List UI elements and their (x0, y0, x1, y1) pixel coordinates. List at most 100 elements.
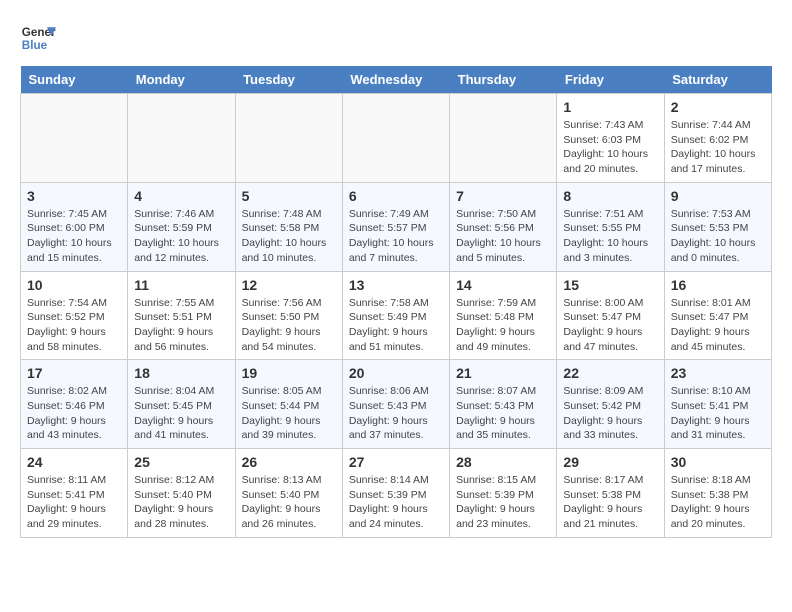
calendar-cell: 15 Sunrise: 8:00 AM Sunset: 5:47 PM Dayli… (557, 271, 664, 360)
calendar-cell (450, 94, 557, 183)
calendar-cell: 23 Sunrise: 8:10 AM Sunset: 5:41 PM Dayli… (664, 360, 771, 449)
calendar-cell: 14 Sunrise: 7:59 AM Sunset: 5:48 PM Dayli… (450, 271, 557, 360)
day-number: 1 (563, 99, 657, 115)
day-number: 21 (456, 365, 550, 381)
weekday-header-wednesday: Wednesday (342, 66, 449, 94)
day-info: Sunrise: 7:48 AM Sunset: 5:58 PM Dayligh… (242, 207, 336, 266)
day-info: Sunrise: 7:49 AM Sunset: 5:57 PM Dayligh… (349, 207, 443, 266)
day-number: 12 (242, 277, 336, 293)
calendar-cell: 11 Sunrise: 7:55 AM Sunset: 5:51 PM Dayli… (128, 271, 235, 360)
calendar-cell (21, 94, 128, 183)
weekday-header-sunday: Sunday (21, 66, 128, 94)
calendar-cell: 12 Sunrise: 7:56 AM Sunset: 5:50 PM Dayli… (235, 271, 342, 360)
logo-icon: General Blue (20, 20, 56, 56)
calendar-cell: 25 Sunrise: 8:12 AM Sunset: 5:40 PM Dayli… (128, 449, 235, 538)
calendar-cell: 27 Sunrise: 8:14 AM Sunset: 5:39 PM Dayli… (342, 449, 449, 538)
calendar-cell: 16 Sunrise: 8:01 AM Sunset: 5:47 PM Dayli… (664, 271, 771, 360)
day-number: 9 (671, 188, 765, 204)
calendar-cell: 29 Sunrise: 8:17 AM Sunset: 5:38 PM Dayli… (557, 449, 664, 538)
calendar-cell: 26 Sunrise: 8:13 AM Sunset: 5:40 PM Dayli… (235, 449, 342, 538)
week-row-5: 24Sunrise: 8:11 AM Sunset: 5:41 PM Dayli… (21, 449, 772, 538)
day-info: Sunrise: 7:55 AM Sunset: 5:51 PM Dayligh… (134, 296, 228, 355)
day-info: Sunrise: 7:51 AM Sunset: 5:55 PM Dayligh… (563, 207, 657, 266)
day-info: Sunrise: 8:07 AM Sunset: 5:43 PM Dayligh… (456, 384, 550, 443)
day-number: 5 (242, 188, 336, 204)
week-row-3: 10 Sunrise: 7:54 AM Sunset: 5:52 PM Dayli… (21, 271, 772, 360)
calendar-cell: 19Sunrise: 8:05 AM Sunset: 5:44 PM Dayli… (235, 360, 342, 449)
calendar-cell: 4 Sunrise: 7:46 AM Sunset: 5:59 PM Daylig… (128, 182, 235, 271)
calendar-cell: 3 Sunrise: 7:45 AM Sunset: 6:00 PM Daylig… (21, 182, 128, 271)
calendar-cell: 22Sunrise: 8:09 AM Sunset: 5:42 PM Dayli… (557, 360, 664, 449)
day-info: Sunrise: 7:50 AM Sunset: 5:56 PM Dayligh… (456, 207, 550, 266)
day-info: Sunrise: 7:54 AM Sunset: 5:52 PM Dayligh… (27, 296, 121, 355)
day-info: Sunrise: 8:00 AM Sunset: 5:47 PM Dayligh… (563, 296, 657, 355)
day-info: Sunrise: 8:14 AM Sunset: 5:39 PM Dayligh… (349, 473, 443, 532)
day-number: 25 (134, 454, 228, 470)
day-info: Sunrise: 7:46 AM Sunset: 5:59 PM Dayligh… (134, 207, 228, 266)
day-number: 30 (671, 454, 765, 470)
day-number: 26 (242, 454, 336, 470)
day-number: 17 (27, 365, 121, 381)
calendar-cell: 8 Sunrise: 7:51 AM Sunset: 5:55 PM Daylig… (557, 182, 664, 271)
calendar-cell: 5 Sunrise: 7:48 AM Sunset: 5:58 PM Daylig… (235, 182, 342, 271)
day-info: Sunrise: 8:09 AM Sunset: 5:42 PM Dayligh… (563, 384, 657, 443)
calendar-cell: 6 Sunrise: 7:49 AM Sunset: 5:57 PM Daylig… (342, 182, 449, 271)
calendar-cell: 28Sunrise: 8:15 AM Sunset: 5:39 PM Dayli… (450, 449, 557, 538)
page-header: General Blue (20, 20, 772, 56)
day-info: Sunrise: 8:05 AM Sunset: 5:44 PM Dayligh… (242, 384, 336, 443)
day-number: 2 (671, 99, 765, 115)
calendar-cell: 17 Sunrise: 8:02 AM Sunset: 5:46 PM Dayli… (21, 360, 128, 449)
day-info: Sunrise: 8:12 AM Sunset: 5:40 PM Dayligh… (134, 473, 228, 532)
calendar-cell: 1 Sunrise: 7:43 AM Sunset: 6:03 PM Daylig… (557, 94, 664, 183)
week-row-2: 3 Sunrise: 7:45 AM Sunset: 6:00 PM Daylig… (21, 182, 772, 271)
day-number: 8 (563, 188, 657, 204)
day-number: 6 (349, 188, 443, 204)
weekday-header-saturday: Saturday (664, 66, 771, 94)
calendar-cell: 10 Sunrise: 7:54 AM Sunset: 5:52 PM Dayli… (21, 271, 128, 360)
calendar-cell (128, 94, 235, 183)
day-info: Sunrise: 8:04 AM Sunset: 5:45 PM Dayligh… (134, 384, 228, 443)
day-info: Sunrise: 8:02 AM Sunset: 5:46 PM Dayligh… (27, 384, 121, 443)
day-info: Sunrise: 7:44 AM Sunset: 6:02 PM Dayligh… (671, 118, 765, 177)
day-info: Sunrise: 7:58 AM Sunset: 5:49 PM Dayligh… (349, 296, 443, 355)
day-number: 23 (671, 365, 765, 381)
week-row-4: 17 Sunrise: 8:02 AM Sunset: 5:46 PM Dayli… (21, 360, 772, 449)
week-row-1: 1 Sunrise: 7:43 AM Sunset: 6:03 PM Daylig… (21, 94, 772, 183)
calendar-cell: 24Sunrise: 8:11 AM Sunset: 5:41 PM Dayli… (21, 449, 128, 538)
day-info: Sunrise: 7:59 AM Sunset: 5:48 PM Dayligh… (456, 296, 550, 355)
day-info: Sunrise: 8:06 AM Sunset: 5:43 PM Dayligh… (349, 384, 443, 443)
day-number: 10 (27, 277, 121, 293)
day-number: 14 (456, 277, 550, 293)
day-number: 7 (456, 188, 550, 204)
weekday-header-thursday: Thursday (450, 66, 557, 94)
day-number: 3 (27, 188, 121, 204)
day-number: 29 (563, 454, 657, 470)
day-info: Sunrise: 8:01 AM Sunset: 5:47 PM Dayligh… (671, 296, 765, 355)
calendar-table: SundayMondayTuesdayWednesdayThursdayFrid… (20, 66, 772, 538)
calendar-cell: 18Sunrise: 8:04 AM Sunset: 5:45 PM Dayli… (128, 360, 235, 449)
day-info: Sunrise: 8:11 AM Sunset: 5:41 PM Dayligh… (27, 473, 121, 532)
calendar-cell (342, 94, 449, 183)
svg-text:Blue: Blue (22, 39, 48, 52)
day-number: 16 (671, 277, 765, 293)
logo: General Blue (20, 20, 62, 56)
day-info: Sunrise: 8:17 AM Sunset: 5:38 PM Dayligh… (563, 473, 657, 532)
day-info: Sunrise: 8:13 AM Sunset: 5:40 PM Dayligh… (242, 473, 336, 532)
day-number: 15 (563, 277, 657, 293)
day-info: Sunrise: 8:18 AM Sunset: 5:38 PM Dayligh… (671, 473, 765, 532)
day-number: 4 (134, 188, 228, 204)
calendar-cell: 7 Sunrise: 7:50 AM Sunset: 5:56 PM Daylig… (450, 182, 557, 271)
day-info: Sunrise: 7:45 AM Sunset: 6:00 PM Dayligh… (27, 207, 121, 266)
day-info: Sunrise: 7:56 AM Sunset: 5:50 PM Dayligh… (242, 296, 336, 355)
day-info: Sunrise: 7:53 AM Sunset: 5:53 PM Dayligh… (671, 207, 765, 266)
day-info: Sunrise: 8:10 AM Sunset: 5:41 PM Dayligh… (671, 384, 765, 443)
day-number: 27 (349, 454, 443, 470)
calendar-cell: 13 Sunrise: 7:58 AM Sunset: 5:49 PM Dayli… (342, 271, 449, 360)
calendar-cell: 9 Sunrise: 7:53 AM Sunset: 5:53 PM Daylig… (664, 182, 771, 271)
day-number: 20 (349, 365, 443, 381)
weekday-header-friday: Friday (557, 66, 664, 94)
day-number: 13 (349, 277, 443, 293)
calendar-cell: 30 Sunrise: 8:18 AM Sunset: 5:38 PM Dayli… (664, 449, 771, 538)
day-number: 11 (134, 277, 228, 293)
day-info: Sunrise: 7:43 AM Sunset: 6:03 PM Dayligh… (563, 118, 657, 177)
